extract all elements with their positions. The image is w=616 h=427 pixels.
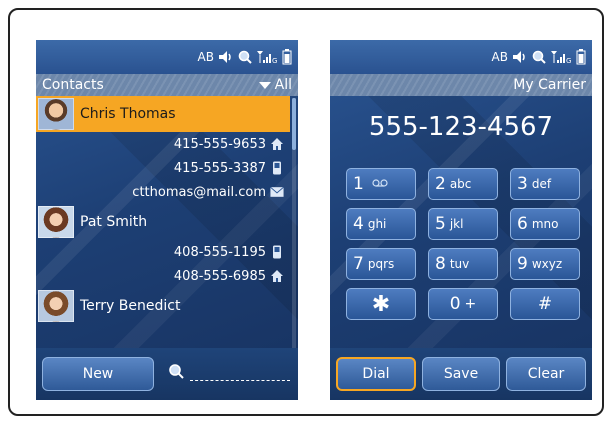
status-bar: AB G: [36, 40, 298, 74]
dialed-number: 555-123-4567: [368, 112, 554, 142]
key-2[interactable]: 2 abc: [428, 168, 498, 200]
contacts-titlebar: Contacts All: [36, 74, 298, 96]
key-6[interactable]: 6 mno: [510, 208, 580, 240]
key-4[interactable]: 4 ghi: [346, 208, 416, 240]
filter-label: All: [274, 77, 292, 93]
chevron-down-icon: [258, 81, 271, 89]
mobile-icon: [270, 245, 284, 259]
battery-icon: [282, 49, 292, 65]
contact-detail[interactable]: 415-555-3387: [36, 156, 290, 180]
contact-detail[interactable]: 408-555-1195: [36, 240, 290, 264]
search-field[interactable]: [168, 358, 290, 388]
contact-detail[interactable]: ctthomas@mail.com: [36, 180, 290, 204]
scrollbar[interactable]: [292, 98, 296, 348]
key-9[interactable]: 9 wxyz: [510, 248, 580, 280]
search-icon: [532, 50, 546, 64]
signal-icon: G: [256, 50, 278, 64]
contact-name: Chris Thomas: [80, 106, 176, 122]
dialer-screen: AB G My Carrier 555-123-4567 1 2 abc 3 d…: [330, 40, 592, 400]
svg-text:G: G: [272, 57, 277, 64]
voicemail-icon: [372, 177, 388, 191]
signal-icon: G: [550, 50, 572, 64]
contact-row-terry-benedict[interactable]: Terry Benedict: [36, 288, 290, 324]
contact-row-pat-smith[interactable]: Pat Smith: [36, 204, 290, 240]
filter-dropdown[interactable]: All: [258, 77, 292, 93]
save-button[interactable]: Save: [422, 357, 500, 391]
contact-row-chris-thomas[interactable]: Chris Thomas: [36, 96, 290, 132]
ab-indicator: AB: [491, 50, 508, 64]
contact-name: Terry Benedict: [80, 298, 181, 314]
ab-indicator: AB: [197, 50, 214, 64]
battery-icon: [576, 49, 586, 65]
home-icon: [270, 269, 284, 283]
avatar: [38, 206, 74, 238]
home-icon: [270, 137, 284, 151]
contacts-bottom-bar: New: [36, 348, 298, 400]
dialer-titlebar: My Carrier: [330, 74, 592, 96]
key-hash[interactable]: #: [510, 288, 580, 320]
key-7[interactable]: 7 pqrs: [346, 248, 416, 280]
key-0[interactable]: 0 +: [428, 288, 498, 320]
carrier-name: My Carrier: [513, 77, 586, 93]
contacts-list: Chris Thomas 415-555-9653 415-555-3387 c…: [36, 96, 290, 346]
mail-icon: [270, 185, 284, 199]
contact-name: Pat Smith: [80, 214, 148, 230]
avatar: [38, 290, 74, 322]
key-3[interactable]: 3 def: [510, 168, 580, 200]
contacts-title: Contacts: [42, 77, 104, 93]
search-input[interactable]: [190, 366, 290, 381]
search-icon: [238, 50, 252, 64]
key-8[interactable]: 8 tuv: [428, 248, 498, 280]
key-1[interactable]: 1: [346, 168, 416, 200]
keypad: 1 2 abc 3 def 4 ghi 5 jkl 6 mno 7 pqrs 8…: [346, 168, 582, 320]
key-star[interactable]: ✱: [346, 288, 416, 320]
dialer-bottom-bar: Dial Save Clear: [330, 348, 592, 400]
contacts-screen: AB G Contacts All Chris Thomas 415-555-9…: [36, 40, 298, 400]
key-5[interactable]: 5 jkl: [428, 208, 498, 240]
clear-button[interactable]: Clear: [506, 357, 586, 391]
contact-detail[interactable]: 415-555-9653: [36, 132, 290, 156]
speaker-icon: [218, 50, 234, 64]
mobile-icon: [270, 161, 284, 175]
svg-text:G: G: [566, 57, 571, 64]
scrollbar-thumb[interactable]: [292, 98, 296, 150]
contact-detail[interactable]: 408-555-6985: [36, 264, 290, 288]
search-icon: [168, 363, 184, 383]
status-bar: AB G: [330, 40, 592, 74]
avatar: [38, 98, 74, 130]
speaker-icon: [512, 50, 528, 64]
dial-button[interactable]: Dial: [336, 357, 416, 391]
new-button[interactable]: New: [42, 357, 154, 391]
